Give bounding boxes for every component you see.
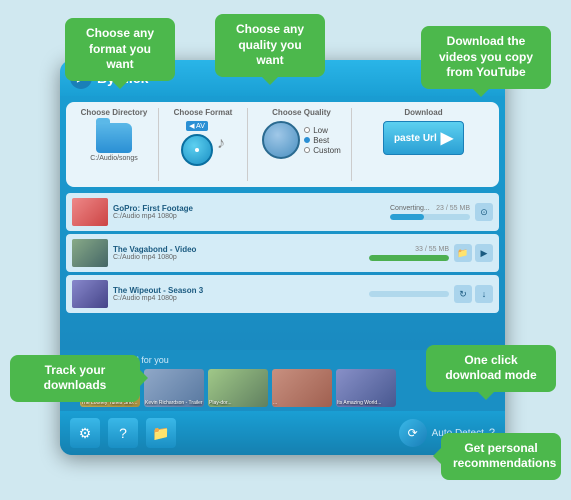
- format-knob-area: ◀ AV ♪: [181, 121, 225, 166]
- download-thumbnail: [72, 280, 108, 308]
- folder-icon[interactable]: [96, 123, 132, 153]
- radio-low[interactable]: [304, 127, 310, 133]
- help-icon: ?: [119, 425, 127, 441]
- action-btn-1[interactable]: ⊙: [475, 203, 493, 221]
- quality-knob[interactable]: [262, 121, 300, 159]
- progress-bar-bg: [369, 255, 449, 261]
- directory-section: Choose Directory C:/Audio/songs: [74, 108, 154, 181]
- format-knob[interactable]: [181, 134, 213, 166]
- quality-custom[interactable]: Custom: [304, 146, 341, 155]
- folder-path: C:/Audio/songs: [90, 155, 137, 162]
- folder-open-icon: 📁: [152, 425, 169, 442]
- rec-thumb-item[interactable]: Its Amazing World...: [336, 369, 396, 407]
- progress-bar-bg: [369, 291, 449, 297]
- auto-detect-icon[interactable]: ⟳: [399, 419, 427, 447]
- progress-bar-fill: [390, 214, 424, 220]
- rec-thumb-item[interactable]: ...: [272, 369, 332, 407]
- download-actions: ↻ ↓: [454, 285, 493, 303]
- help-button[interactable]: ?: [108, 418, 138, 448]
- settings-button[interactable]: ⚙: [70, 418, 100, 448]
- download-progress-area: Converting... 23 / 55 MB: [390, 205, 470, 220]
- note-icon: ♪: [217, 135, 225, 153]
- format-section: Choose Format ◀ AV ♪: [158, 108, 248, 181]
- action-btn-play[interactable]: ▶: [475, 244, 493, 262]
- converting-status: Converting...: [390, 205, 430, 212]
- config-panel: Choose Directory C:/Audio/songs Choose F…: [66, 102, 499, 187]
- download-item: The Wipeout - Season 3 C:/Audio mp4 1080…: [66, 275, 499, 313]
- quality-knob-wrap: Low Best Custom: [262, 121, 341, 159]
- av-tag[interactable]: ◀ AV: [186, 121, 208, 131]
- download-meta: C:/Audio mp4 1080p: [113, 295, 364, 302]
- radio-custom[interactable]: [304, 147, 310, 153]
- download-actions: 📁 ▶: [454, 244, 493, 262]
- download-meta: C:/Audio mp4 1080p: [113, 213, 385, 220]
- rec-thumb-item[interactable]: Play-dor...: [208, 369, 268, 407]
- download-progress-area: [369, 291, 449, 297]
- download-progress-area: 33 / 55 MB: [369, 246, 449, 261]
- download-item: GoPro: First Footage C:/Audio mp4 1080p …: [66, 193, 499, 231]
- action-btn-folder[interactable]: 📁: [454, 244, 472, 262]
- paste-url-arrow: ▶: [441, 128, 453, 148]
- progress-bar-fill: [369, 255, 449, 261]
- download-item: The Vagabond - Video C:/Audio mp4 1080p …: [66, 234, 499, 272]
- tooltip-track: Track your downloads: [10, 355, 140, 402]
- quality-label: Choose Quality: [272, 108, 331, 117]
- knob-dot: [195, 148, 199, 152]
- directory-label: Choose Directory: [81, 108, 148, 117]
- download-label: Download: [404, 108, 442, 117]
- download-size: 33 / 55 MB: [415, 246, 449, 253]
- tooltip-recommendations: Get personal recommendations: [441, 433, 561, 480]
- radio-best[interactable]: [304, 137, 310, 143]
- download-thumbnail: [72, 198, 108, 226]
- download-list: GoPro: First Footage C:/Audio mp4 1080p …: [66, 193, 499, 313]
- download-info: The Wipeout - Season 3 C:/Audio mp4 1080…: [113, 286, 364, 302]
- download-title: The Vagabond - Video: [113, 245, 364, 254]
- quality-section: Choose Quality Low Best: [252, 108, 352, 181]
- format-label: Choose Format: [174, 108, 233, 117]
- action-btn-arrow[interactable]: ↓: [475, 285, 493, 303]
- paste-url-label: paste Url: [394, 133, 437, 144]
- tooltip-format: Choose any format you want: [65, 18, 175, 81]
- progress-bar-bg: [390, 214, 470, 220]
- download-title: GoPro: First Footage: [113, 204, 385, 213]
- download-info: GoPro: First Footage C:/Audio mp4 1080p: [113, 204, 385, 220]
- folder-button[interactable]: 📁: [146, 418, 176, 448]
- download-title: The Wipeout - Season 3: [113, 286, 364, 295]
- download-size: 23 / 55 MB: [436, 205, 470, 212]
- quality-low[interactable]: Low: [304, 126, 341, 135]
- rec-thumb-label: Kevin Richardson - Trailer: [145, 400, 203, 406]
- download-info: The Vagabond - Video C:/Audio mp4 1080p: [113, 245, 364, 261]
- rec-thumb-label: Its Amazing World...: [337, 400, 395, 406]
- quality-best[interactable]: Best: [304, 136, 341, 145]
- rec-thumb-label: Play-dor...: [209, 400, 267, 406]
- download-thumbnail: [72, 239, 108, 267]
- download-section: Download paste Url ▶: [356, 108, 491, 181]
- download-actions: ⊙: [475, 203, 493, 221]
- tooltip-oneclick: One click download mode: [426, 345, 556, 392]
- tooltip-download-copy: Download the videos you copy from YouTub…: [421, 26, 551, 89]
- settings-icon: ⚙: [79, 425, 92, 442]
- rec-thumb-label: ...: [273, 400, 331, 406]
- paste-url-button[interactable]: paste Url ▶: [383, 121, 464, 155]
- quality-options: Low Best Custom: [304, 126, 341, 155]
- tooltip-quality: Choose any quality you want: [215, 14, 325, 77]
- action-btn-refresh[interactable]: ↻: [454, 285, 472, 303]
- download-meta: C:/Audio mp4 1080p: [113, 254, 364, 261]
